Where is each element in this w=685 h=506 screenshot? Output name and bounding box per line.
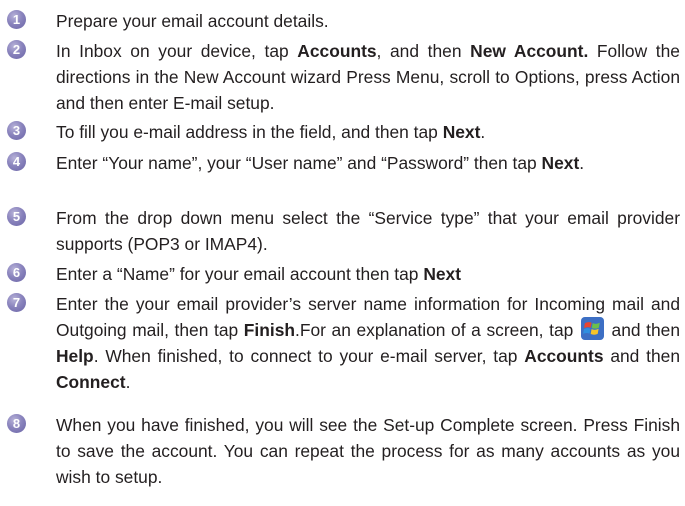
step-text-run: Prepare your email account details.	[56, 11, 329, 31]
step-number-badge: 4	[7, 152, 26, 171]
step-text-run: and then	[603, 346, 680, 366]
step-number-badge: 2	[7, 40, 26, 59]
setup-steps-list: 1 Prepare your email account details. 2 …	[0, 0, 685, 506]
step-bold-term: Connect	[56, 372, 126, 392]
step-number-badge: 8	[7, 414, 26, 433]
step-text: From the drop down menu select the “Serv…	[56, 205, 680, 257]
step-text-run: .	[125, 372, 131, 392]
step-text-run: . When finished, to connect to your e-ma…	[93, 346, 525, 366]
step-bold-term: New Account.	[470, 41, 589, 61]
step-text-run: and then	[605, 320, 680, 340]
step-bold-term: Accounts	[524, 346, 604, 366]
step-number-badge: 6	[7, 263, 26, 282]
step-text-run: To fill you e-mail address in the field,…	[56, 122, 443, 142]
windows-start-icon	[580, 317, 604, 340]
step-text-run: .	[480, 122, 486, 142]
step-text: In Inbox on your device, tap Accounts, a…	[56, 38, 680, 116]
step-number-badge: 7	[7, 293, 26, 312]
step-text: To fill you e-mail address in the field,…	[56, 119, 680, 145]
step-text-run: Enter a “Name” for your email account th…	[56, 264, 424, 284]
step-bold-term: Next	[541, 153, 580, 173]
step-text-run: In Inbox on your device, tap	[56, 41, 298, 61]
step-text: When you have finished, you will see the…	[56, 412, 680, 490]
step-number-badge: 3	[7, 121, 26, 140]
step-text: Enter a “Name” for your email account th…	[56, 261, 680, 287]
step-text-run: When you have finished, you will see the…	[56, 415, 680, 487]
step-bold-term: Next	[423, 264, 462, 284]
step-text: Enter the your email provider’s server n…	[56, 291, 680, 395]
step-bold-term: Accounts	[297, 41, 377, 61]
step-bold-term: Finish	[243, 320, 295, 340]
step-text: Prepare your email account details.	[56, 8, 680, 34]
step-number-badge: 5	[7, 207, 26, 226]
step-text-run: From the drop down menu select the “Serv…	[56, 208, 680, 254]
step-text: Enter “Your name”, your “User name” and …	[56, 150, 680, 176]
step-text-run: .For an explanation of a screen, tap	[295, 320, 579, 340]
step-text-run: .	[579, 153, 585, 173]
step-text-run: , and then	[376, 41, 471, 61]
step-bold-term: Help	[56, 346, 94, 366]
step-text-run: Enter “Your name”, your “User name” and …	[56, 153, 542, 173]
step-number-badge: 1	[7, 10, 26, 29]
step-bold-term: Next	[442, 122, 481, 142]
